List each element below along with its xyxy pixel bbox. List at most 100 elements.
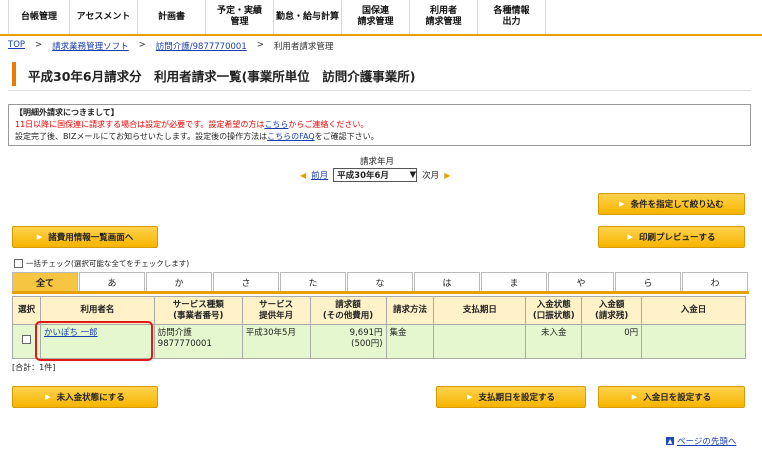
kana-tab-1[interactable]: あ — [79, 272, 145, 291]
back-to-top-link[interactable]: ページの先頭へ — [677, 435, 736, 447]
kana-tab-0[interactable]: 全て — [12, 272, 78, 291]
kana-tab-2[interactable]: か — [146, 272, 212, 291]
billing-month-label: 請求年月 — [360, 157, 395, 167]
nav-tab-0[interactable]: 台帳管理 — [8, 0, 70, 34]
service-type-cell: 訪問介護 9877770001 — [153, 324, 243, 359]
title-accent-bar — [12, 62, 16, 86]
set-unpaid-button-label: 未入金状態にする — [56, 393, 125, 403]
kana-tab-7[interactable]: ま — [481, 272, 547, 291]
breadcrumb-separator: > — [138, 40, 146, 50]
nav-tab-1[interactable]: アセスメント — [70, 0, 138, 34]
set-payment-date-button[interactable]: ▶ 入金日を設定する — [598, 386, 745, 408]
notice-line-2: 設定完了後、BIZメールにてお知らせいたします。設定後の操作方法はこちらのFAQ… — [15, 131, 744, 143]
nav-tab-3[interactable]: 予定・実績 管理 — [206, 0, 274, 34]
paid-amount-cell: 0円 — [581, 324, 643, 359]
kana-tabs: 全てあかさたなはまやらわ — [12, 272, 749, 291]
kana-tab-10[interactable]: わ — [682, 272, 748, 291]
highlight-box — [35, 321, 153, 361]
breadcrumb-separator: > — [256, 40, 264, 50]
page-title-bar: 平成30年6月請求分 利用者請求一覧(事業所単位 訪問介護事業所) — [8, 59, 751, 91]
nav-tab-5[interactable]: 国保連 請求管理 — [342, 0, 410, 34]
arrow-right-icon: ▶ — [631, 393, 638, 401]
notice-box: 【明細外請求につきまして】 11日以降に国保連に請求する場合は設定が必要です。設… — [8, 104, 751, 146]
service-type: 訪問介護 — [157, 328, 192, 338]
expense-list-button[interactable]: ▶ 諸費用情報一覧画面へ — [12, 226, 158, 248]
due-date-cell — [433, 324, 527, 359]
breadcrumb: TOP > 請求業務管理ソフト > 訪問介護/9877770001 > 利用者請… — [8, 40, 333, 52]
kana-tab-8[interactable]: や — [548, 272, 614, 291]
back-to-top: ▲ ページの先頭へ — [666, 435, 736, 447]
print-preview-button[interactable]: ▶ 印刷プレビューする — [598, 226, 745, 248]
kana-tab-9[interactable]: ら — [615, 272, 681, 291]
column-header-6: 支払期日 — [433, 296, 527, 325]
notice-line-1: 11日以降に国保連に請求する場合は設定が必要です。設定希望の方はこちらからご連絡… — [15, 119, 744, 131]
notice-line-1-tail: からご連絡ください。 — [288, 120, 369, 129]
arrow-right-icon: ▶ — [467, 393, 473, 401]
kana-tab-6[interactable]: は — [414, 272, 480, 291]
set-due-date-button[interactable]: ▶ 支払期日を設定する — [436, 386, 586, 408]
set-unpaid-button[interactable]: ▶ 未入金状態にする — [12, 386, 158, 408]
bulk-check: 一括チェック(選択可能な全てをチェックします) — [14, 258, 189, 269]
service-month-cell: 平成30年5月 — [241, 324, 311, 359]
breadcrumb-current: 利用者請求管理 — [273, 42, 334, 52]
paid-date-cell — [641, 324, 746, 359]
arrow-right-icon: ▶ — [627, 233, 633, 241]
amount-cell: 9,691円 (500円) — [309, 324, 387, 359]
kana-tab-3[interactable]: さ — [213, 272, 279, 291]
notice-faq-link[interactable]: こちらのFAQ — [267, 132, 315, 141]
top-nav: 台帳管理 アセスメント 計画書 予定・実績 管理 勤怠・給与計算 国保連 請求管理 利用者 … — [0, 0, 762, 36]
billing-amount: 9,691円 — [349, 328, 383, 338]
row-select-checkbox[interactable] — [21, 335, 31, 344]
nav-tab-2[interactable]: 計画書 — [138, 0, 206, 34]
notice-contact-link[interactable]: こちら — [264, 120, 288, 129]
notice-line-2-text: 設定完了後、BIZメールにてお知らせいたします。設定後の操作方法は — [15, 132, 268, 141]
breadcrumb-office-link[interactable]: 訪問介護/9877770001 — [156, 40, 247, 52]
nav-tab-4[interactable]: 勤怠・給与計算 — [274, 0, 342, 34]
prev-month-link[interactable]: 前月 — [311, 169, 328, 181]
column-header-9: 入金日 — [641, 296, 746, 325]
column-header-8: 入金額 (請求残) — [581, 296, 643, 325]
set-payment-date-button-label: 入金日を設定する — [643, 393, 712, 403]
column-header-5: 請求方法 — [385, 296, 435, 325]
column-header-7: 入金状態 (口振状態) — [525, 296, 583, 325]
other-expenses: (500円) — [351, 339, 383, 349]
arrow-up-icon: ▲ — [666, 437, 674, 445]
column-header-2: サービス種類 (事業者番号) — [153, 296, 243, 325]
column-header-4: 請求額 (その他費用) — [309, 296, 387, 325]
kana-tab-underline — [12, 291, 749, 294]
column-header-0: 選択 — [12, 296, 41, 325]
kana-tab-4[interactable]: た — [280, 272, 346, 291]
arrow-right-icon: ▶ — [36, 233, 43, 241]
next-arrow-icon: ▶ — [444, 170, 451, 180]
breadcrumb-billing-software-link[interactable]: 請求業務管理ソフト — [52, 40, 129, 52]
page-title: 平成30年6月請求分 利用者請求一覧(事業所単位 訪問介護事業所) — [28, 69, 416, 84]
breadcrumb-top-link[interactable]: TOP — [8, 40, 25, 52]
column-header-3: サービス 提供年月 — [241, 296, 311, 325]
nav-tab-6[interactable]: 利用者 請求管理 — [410, 0, 478, 34]
kana-tab-5[interactable]: な — [347, 272, 413, 291]
set-due-date-button-label: 支払期日を設定する — [478, 393, 555, 403]
total-count: [合計：1件] — [12, 363, 56, 372]
payment-status-cell: 未入金 — [525, 324, 583, 359]
bulk-check-checkbox[interactable] — [14, 259, 23, 268]
bulk-check-label: 一括チェック(選択可能な全てをチェックします) — [26, 259, 190, 268]
arrow-right-icon: ▶ — [45, 393, 51, 401]
prev-arrow-icon: ◀ — [300, 170, 307, 180]
breadcrumb-separator: > — [35, 40, 43, 50]
billing-month-select[interactable]: 平成30年6月 ▼ — [333, 168, 418, 182]
provider-number: 9877770001 — [157, 339, 212, 349]
billing-month-value: 平成30年6月 — [337, 171, 389, 181]
filter-button-label: 条件を指定して絞り込む — [630, 200, 724, 210]
next-month-label: 次月 — [422, 171, 440, 181]
notice-line-1-text: 11日以降に国保連に請求する場合は設定が必要です。設定希望の方は — [15, 120, 265, 129]
billing-method-cell: 集金 — [385, 324, 435, 359]
print-preview-button-label: 印刷プレビューする — [638, 233, 716, 243]
expense-list-button-label: 諸費用情報一覧画面へ — [48, 233, 134, 243]
nav-tab-7[interactable]: 各種情報 出力 — [478, 0, 546, 34]
billing-month-selector: ◀ 前月 平成30年6月 ▼ 次月 ▶ — [300, 168, 450, 182]
arrow-right-icon: ▶ — [619, 200, 625, 208]
notice-heading: 【明細外請求につきまして】 — [15, 108, 119, 117]
chevron-down-icon: ▼ — [409, 170, 417, 180]
filter-button[interactable]: ▶ 条件を指定して絞り込む — [598, 193, 745, 215]
notice-line-2-tail: をご確認下さい。 — [314, 132, 379, 141]
